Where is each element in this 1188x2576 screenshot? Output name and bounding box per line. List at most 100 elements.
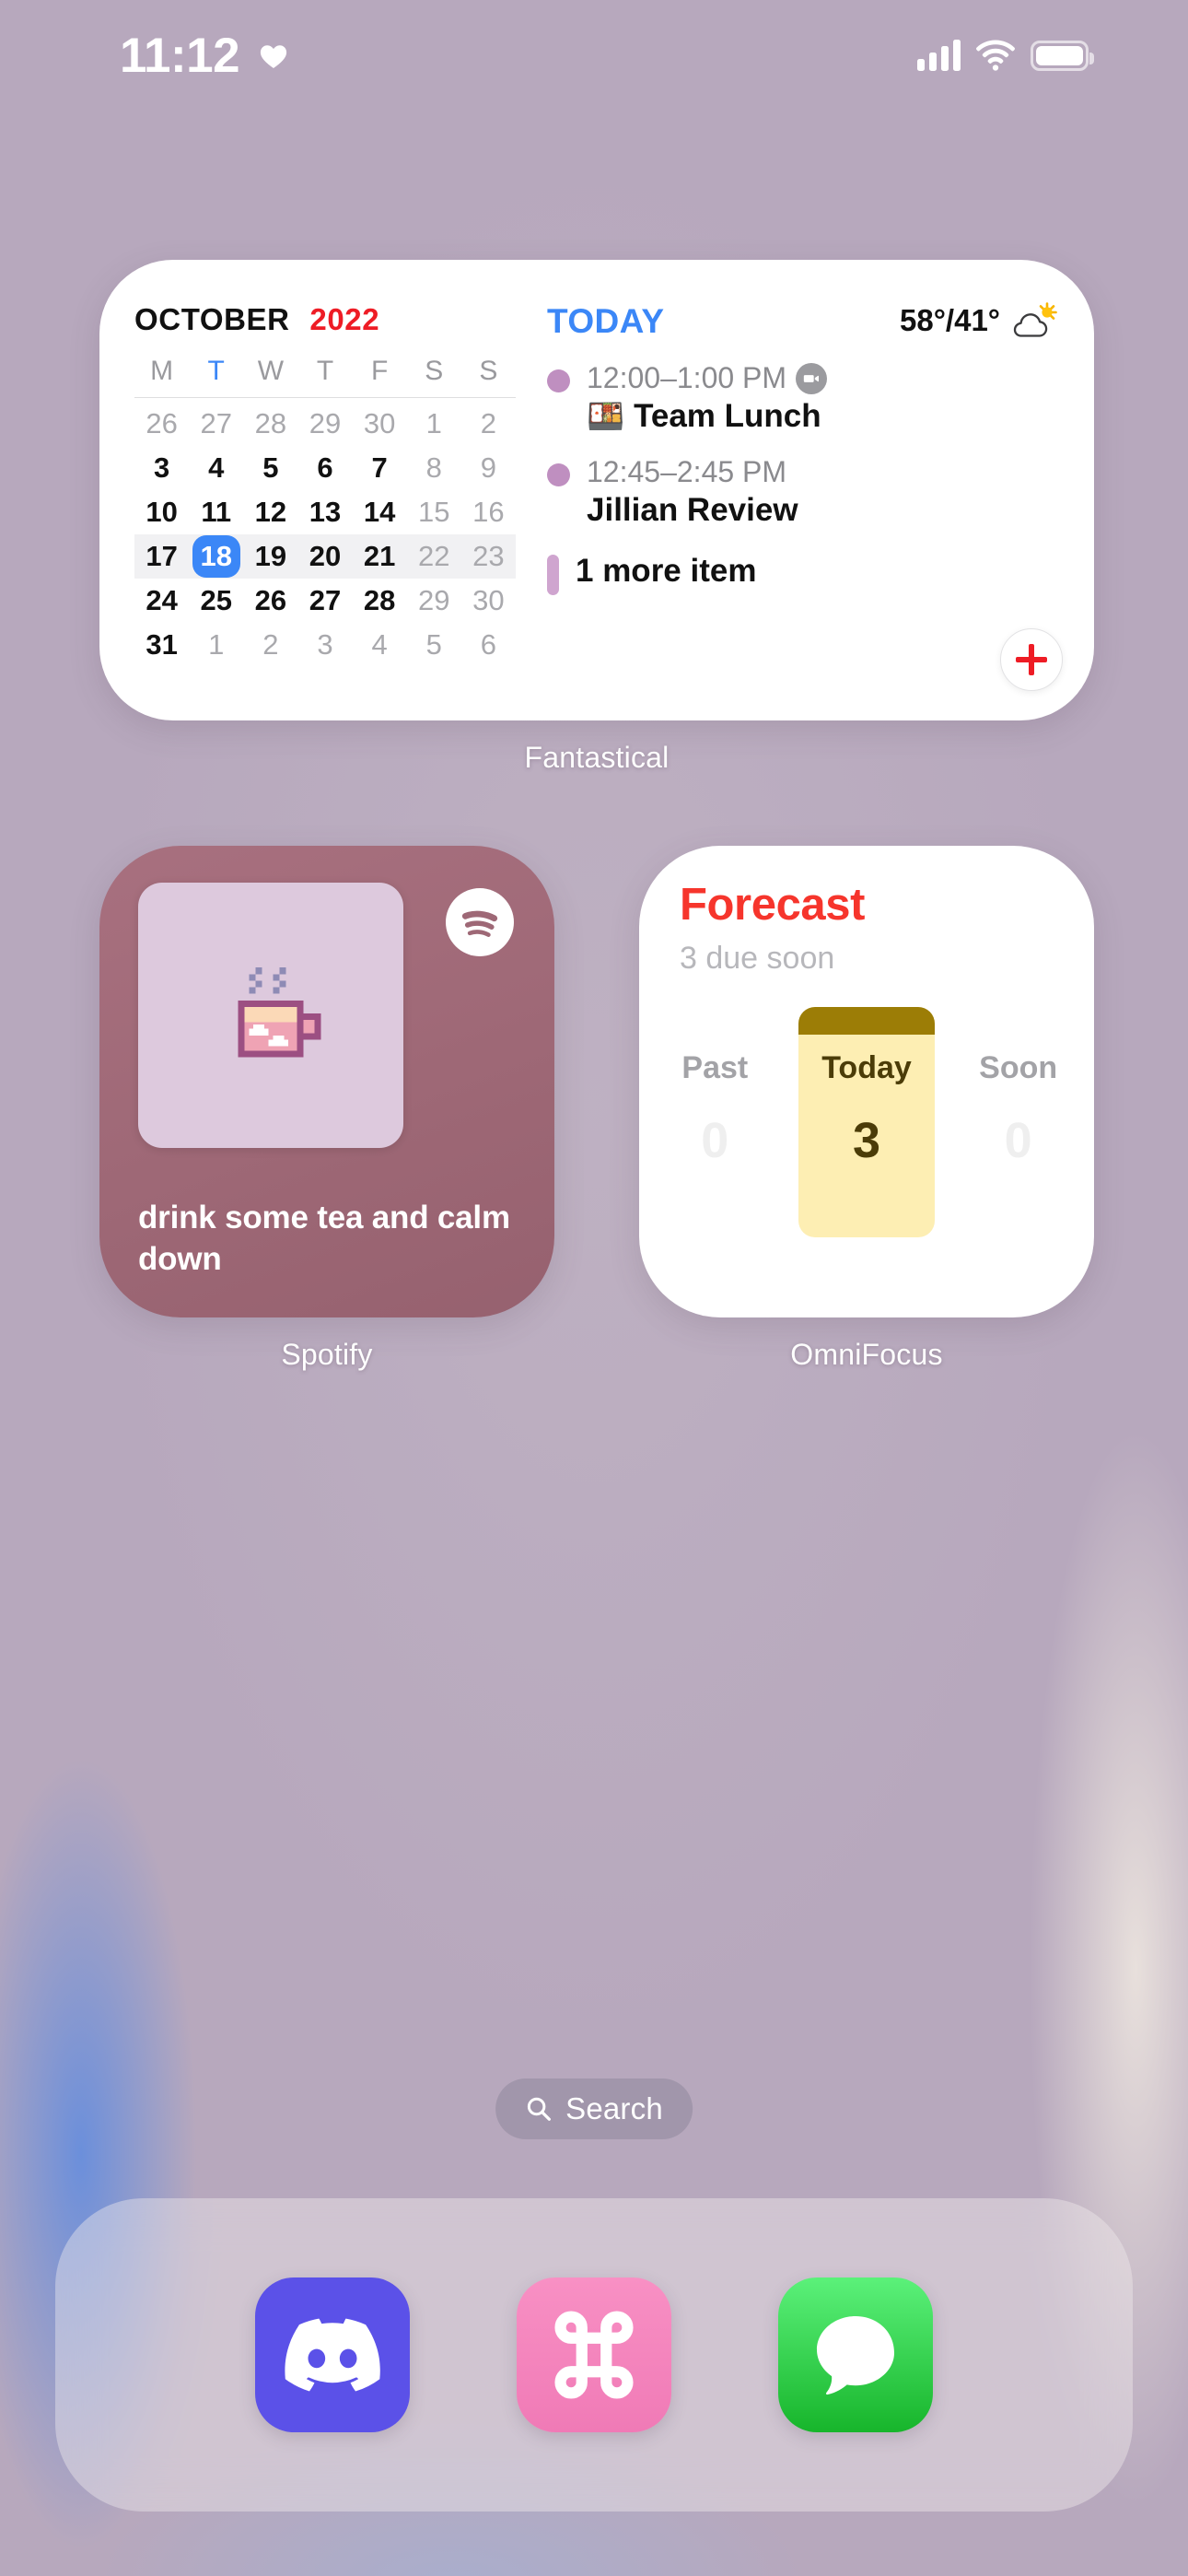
calendar-day[interactable]: 15 [407, 490, 461, 534]
calendar-day-today[interactable]: 18 [189, 534, 244, 579]
calendar-weekday-header: S [425, 356, 444, 386]
cellular-bars-icon [917, 40, 961, 71]
calendar-day[interactable]: 3 [297, 623, 352, 667]
calendar-today-pill: 18 [192, 535, 240, 578]
status-clock: 11:12 [120, 28, 240, 83]
calendar-day[interactable]: 5 [407, 623, 461, 667]
calendar-day[interactable]: 26 [243, 579, 297, 623]
calendar-weekday-header: M [150, 356, 174, 386]
calendar-day[interactable]: 2 [461, 402, 516, 446]
calendar-day[interactable]: 1 [189, 623, 243, 667]
widget-label-omnifocus: OmniFocus [790, 1338, 943, 1371]
calendar-day[interactable]: 30 [353, 402, 407, 446]
calendar-day[interactable]: 8 [407, 446, 461, 490]
calendar-day[interactable]: 4 [189, 446, 243, 490]
calendar-day[interactable]: 9 [461, 446, 516, 490]
event-body: 12:00–1:00 PM 🍱 Team Lunch [587, 361, 828, 435]
calendar-day[interactable]: 20 [297, 534, 353, 579]
heart-icon [257, 39, 290, 72]
calendar-day[interactable]: 31 [134, 623, 189, 667]
calendar-day[interactable]: 28 [243, 402, 297, 446]
omnifocus-card[interactable]: Forecast 3 due soon Past Today Soon 0 3 0 [639, 846, 1094, 1317]
calendar-weekday-header: W [257, 356, 285, 386]
omnifocus-subtitle: 3 due soon [680, 941, 835, 976]
event-title: 🍱 Team Lunch [587, 398, 821, 434]
spotify-card[interactable]: drink some tea and calm down [99, 846, 554, 1317]
event-row[interactable]: 12:00–1:00 PM 🍱 Team Lunch [547, 361, 1057, 435]
calendar-day[interactable]: 23 [460, 534, 516, 579]
calendar-day[interactable]: 14 [353, 490, 407, 534]
video-call-icon[interactable] [796, 362, 828, 394]
calendar-day[interactable]: 28 [353, 579, 407, 623]
calendar-day[interactable]: 7 [353, 446, 407, 490]
event-list[interactable]: 12:00–1:00 PM 🍱 Team Lunch 12:45–2:45 PM Jil… [547, 361, 1057, 529]
status-bar-right [917, 40, 1094, 71]
forecast-column-labels: Past Today Soon [639, 1050, 1094, 1086]
discord-icon [285, 2318, 380, 2392]
widget-label-spotify: Spotify [281, 1338, 373, 1371]
calendar-day[interactable]: 24 [134, 579, 189, 623]
search-label: Search [565, 2091, 663, 2125]
forecast-column-values: 0 3 0 [639, 1116, 1094, 1165]
event-bar [547, 555, 559, 595]
calendar-day[interactable]: 29 [407, 579, 461, 623]
calendar-day[interactable]: 3 [134, 446, 189, 490]
calendar-day[interactable]: 27 [189, 402, 243, 446]
calendar-day[interactable]: 5 [243, 446, 297, 490]
calendar-day[interactable]: 27 [297, 579, 352, 623]
calendar-day[interactable]: 10 [134, 490, 189, 534]
calendar-day[interactable]: 2 [243, 623, 297, 667]
widget-omnifocus[interactable]: Forecast 3 due soon Past Today Soon 0 3 0 Om… [639, 846, 1094, 1372]
calendar-day[interactable]: 13 [297, 490, 352, 534]
plus-icon [1016, 644, 1047, 675]
calendar-day[interactable]: 11 [189, 490, 243, 534]
calendar-day[interactable]: 4 [353, 623, 407, 667]
forecast-column-value: 0 [701, 1113, 729, 1168]
event-dot-icon [547, 463, 570, 486]
dock-app-shortcuts[interactable] [517, 2277, 671, 2432]
add-event-button[interactable] [1000, 628, 1063, 691]
dock-app-discord[interactable] [255, 2277, 410, 2432]
weather-temps: 58°/41° [900, 303, 1000, 337]
calendar-header: OCTOBER 2022 [134, 302, 516, 337]
calendar-day[interactable]: 29 [297, 402, 352, 446]
calendar-day[interactable]: 6 [297, 446, 352, 490]
event-time: 12:00–1:00 PM [587, 361, 828, 395]
calendar-weekday-header: S [479, 356, 498, 386]
event-row[interactable]: 12:45–2:45 PM Jillian Review [547, 455, 1057, 529]
calendar-day[interactable]: 16 [461, 490, 516, 534]
spotify-logo-icon [446, 888, 514, 956]
calendar-month-view[interactable]: OCTOBER 2022 M T W T F S S 26 27 28 29 30 1 2 3 4 5 6 7 8 9 1… [99, 302, 542, 720]
calendar-day[interactable]: 1 [407, 402, 461, 446]
calendar-grid[interactable]: M T W T F S S 26 27 28 29 30 1 2 3 4 5 6 7 8 9 10 11 12 13 14 15 16… [134, 356, 516, 667]
calendar-day[interactable]: 6 [461, 623, 516, 667]
more-items-row[interactable]: 1 more item [547, 549, 1057, 595]
pixel-tea-mug-icon [201, 943, 341, 1088]
widget-fantastical[interactable]: OCTOBER 2022 M T W T F S S 26 27 28 29 30 1 2 3 4 5 6 7 8 9 1… [99, 260, 1094, 775]
event-title: Jillian Review [587, 492, 798, 528]
widget-spotify[interactable]: drink some tea and calm down Spotify [99, 846, 554, 1372]
calendar-day[interactable]: 19 [243, 534, 298, 579]
calendar-day[interactable]: 30 [461, 579, 516, 623]
dock-app-messages[interactable] [778, 2277, 933, 2432]
event-dot-icon [547, 369, 570, 392]
today-events-header: TODAY 58°/41° [547, 302, 1057, 341]
calendar-day[interactable]: 25 [189, 579, 243, 623]
calendar-day[interactable]: 26 [134, 402, 189, 446]
search-button[interactable]: Search [495, 2078, 693, 2139]
sheet-tab [798, 1007, 935, 1035]
battery-icon [1031, 40, 1094, 71]
widget-label-fantastical: Fantastical [524, 741, 670, 774]
calendar-day[interactable]: 12 [243, 490, 297, 534]
fantastical-card[interactable]: OCTOBER 2022 M T W T F S S 26 27 28 29 30 1 2 3 4 5 6 7 8 9 1… [99, 260, 1094, 720]
weather-summary: 58°/41° [900, 302, 1057, 339]
calendar-day[interactable]: 21 [352, 534, 407, 579]
calendar-weekday-header: F [370, 356, 389, 386]
calendar-day[interactable]: 17 [134, 534, 190, 579]
album-art[interactable] [138, 883, 403, 1148]
widget-grid: OCTOBER 2022 M T W T F S S 26 27 28 29 30 1 2 3 4 5 6 7 8 9 1… [0, 0, 1188, 2576]
calendar-day[interactable]: 22 [406, 534, 461, 579]
event-time: 12:45–2:45 PM [587, 455, 787, 488]
status-bar: 11:12 [0, 0, 1188, 111]
more-items-label: 1 more item [576, 553, 757, 589]
